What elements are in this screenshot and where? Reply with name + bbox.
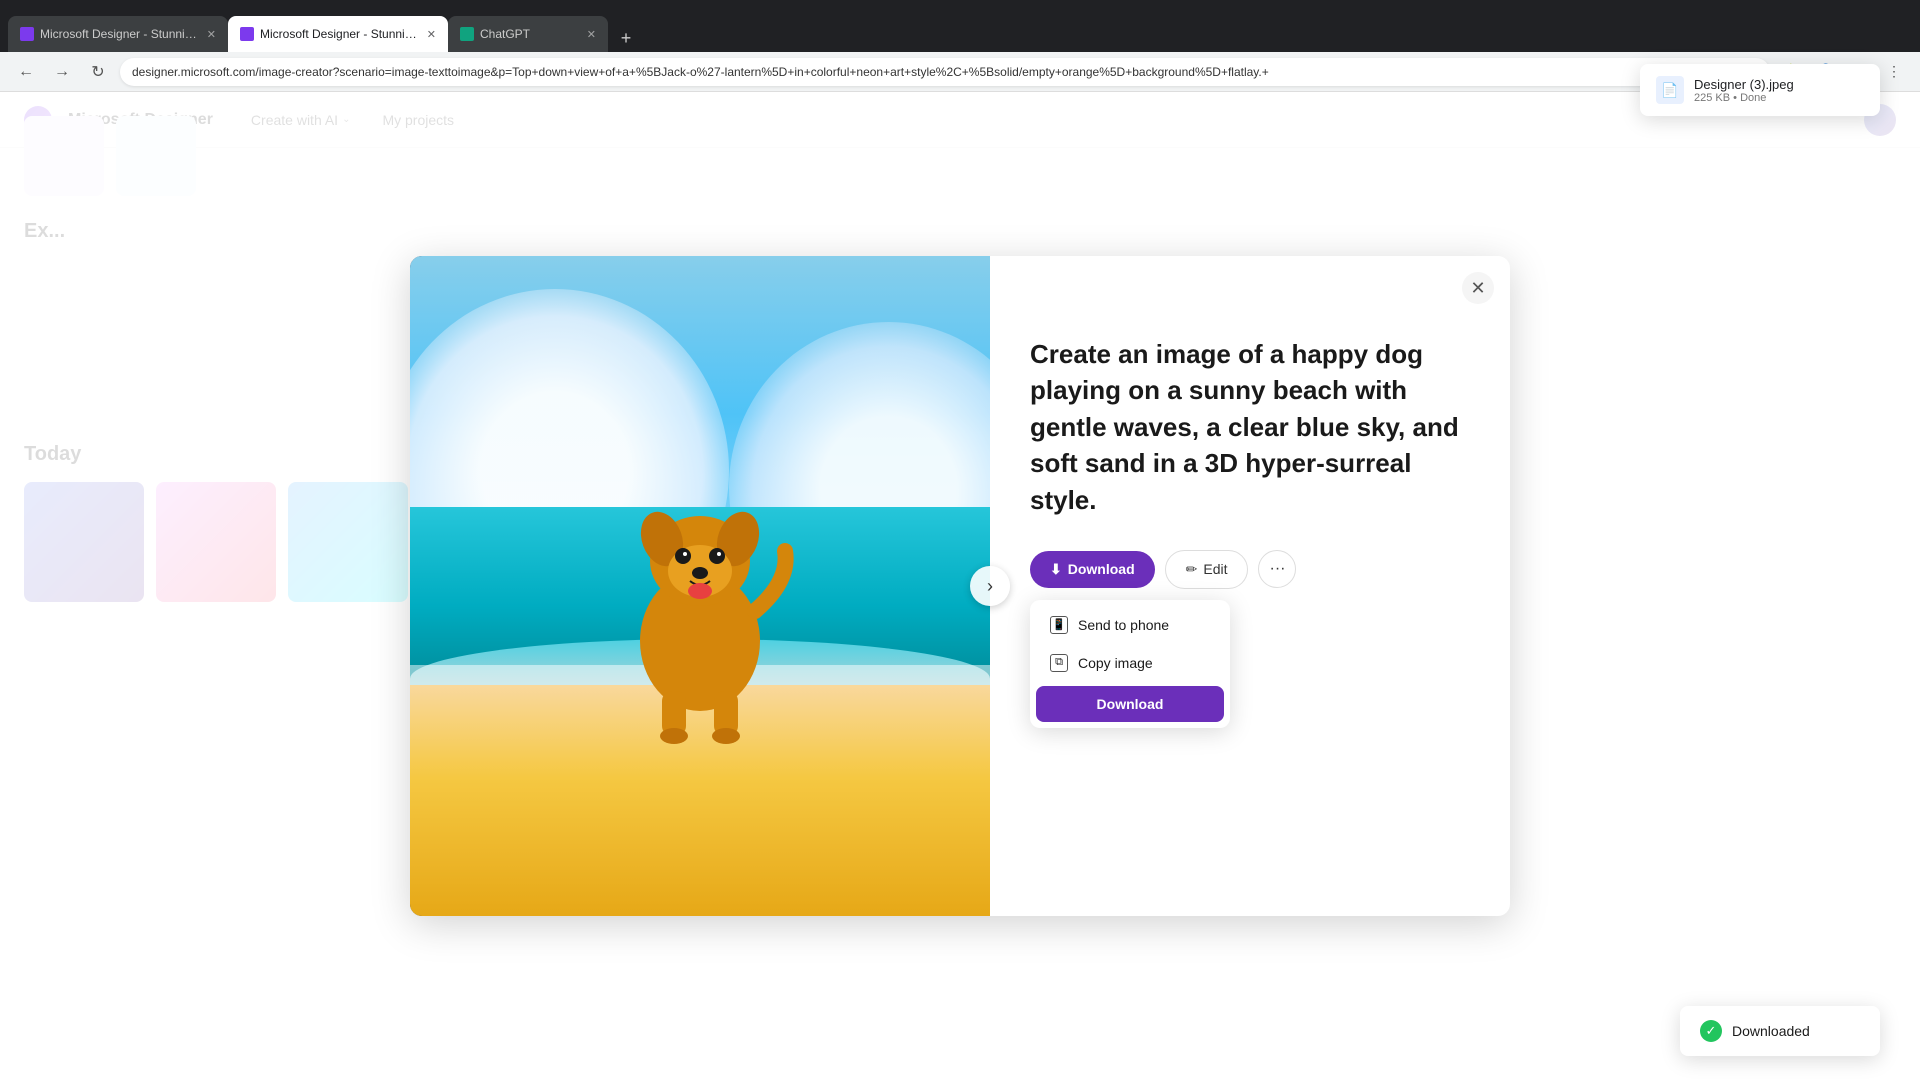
download-size: 225 KB xyxy=(1694,92,1730,104)
tab-3-close[interactable]: ✕ xyxy=(587,28,596,41)
app-content: Microsoft Designer Create with AI ⌄ My p… xyxy=(0,92,1920,1080)
address-input[interactable] xyxy=(120,58,1770,86)
modal-prompt-text: Create an image of a happy dog playing o… xyxy=(1030,336,1470,518)
download-filename: Designer (3).jpeg xyxy=(1694,77,1864,92)
send-to-phone-item[interactable]: 📱 Send to phone xyxy=(1036,606,1224,644)
tab-3-label: ChatGPT xyxy=(480,27,581,41)
back-button[interactable]: ← xyxy=(12,58,40,86)
modal-content-side: Create an image of a happy dog playing o… xyxy=(990,256,1510,916)
tab-1-favicon xyxy=(20,27,34,41)
toast-check-icon: ✓ xyxy=(1700,1020,1722,1042)
tab-2-favicon xyxy=(240,27,254,41)
downloaded-toast: ✓ Downloaded xyxy=(1680,1006,1880,1056)
copy-icon: ⧉ xyxy=(1050,654,1068,672)
dropdown-download-label: Download xyxy=(1097,696,1164,712)
refresh-button[interactable]: ↻ xyxy=(84,58,112,86)
modal-actions: ⬇ Download ✏ Edit ··· xyxy=(1030,550,1470,589)
copy-image-label: Copy image xyxy=(1078,655,1153,671)
tab-2-close[interactable]: ✕ xyxy=(427,28,436,41)
dropdown-download-button[interactable]: Download xyxy=(1036,686,1224,722)
browser-chrome: Microsoft Designer - Stunning... ✕ Micro… xyxy=(0,0,1920,52)
tab-2[interactable]: Microsoft Designer - Stunning... ✕ xyxy=(228,16,448,52)
close-icon: ✕ xyxy=(1470,278,1485,299)
modal-overlay: ✕ xyxy=(0,92,1920,1080)
toast-label: Downloaded xyxy=(1732,1023,1810,1039)
forward-icon: → xyxy=(54,63,70,81)
download-status: 225 KB • Done xyxy=(1694,92,1864,104)
more-icon: ··· xyxy=(1269,560,1285,578)
edit-button[interactable]: ✏ Edit xyxy=(1165,550,1249,589)
forward-button[interactable]: → xyxy=(48,58,76,86)
new-tab-button[interactable]: + xyxy=(612,24,640,52)
dog-beach-image xyxy=(410,256,990,916)
refresh-icon: ↻ xyxy=(91,62,104,82)
address-bar-row: ← → ↻ 🧩 👤 ⬇ ⋮ xyxy=(0,52,1920,92)
tab-2-label: Microsoft Designer - Stunning... xyxy=(260,27,421,41)
modal-image-side: › xyxy=(410,256,990,916)
modal: ✕ xyxy=(410,256,1510,916)
modal-body: › Create an image of a happy dog playing… xyxy=(410,256,1510,916)
back-icon: ← xyxy=(18,63,34,81)
tab-1[interactable]: Microsoft Designer - Stunning... ✕ xyxy=(8,16,228,52)
browser-menu-button[interactable]: ⋮ xyxy=(1880,58,1908,86)
check-icon: ✓ xyxy=(1706,1023,1717,1039)
dropdown-menu: 📱 Send to phone ⧉ Copy image xyxy=(1030,600,1230,728)
download-icon: ⬇ xyxy=(1050,561,1062,578)
tab-1-label: Microsoft Designer - Stunning... xyxy=(40,27,201,41)
copy-image-item[interactable]: ⧉ Copy image xyxy=(1036,644,1224,682)
tab-3-favicon xyxy=(460,27,474,41)
download-file-icon: 📄 xyxy=(1656,76,1684,104)
download-notification: 📄 Designer (3).jpeg 225 KB • Done xyxy=(1640,64,1880,116)
next-image-button[interactable]: › xyxy=(970,566,1010,606)
download-primary-button[interactable]: ⬇ Download xyxy=(1030,551,1155,588)
tabs-bar: Microsoft Designer - Stunning... ✕ Micro… xyxy=(8,0,1912,52)
modal-close-button[interactable]: ✕ xyxy=(1462,272,1494,304)
download-done: Done xyxy=(1740,92,1766,104)
tab-1-close[interactable]: ✕ xyxy=(207,28,216,41)
phone-icon: 📱 xyxy=(1050,616,1068,634)
send-to-phone-label: Send to phone xyxy=(1078,617,1169,633)
download-primary-label: Download xyxy=(1068,561,1135,577)
chevron-right-icon: › xyxy=(987,576,993,597)
download-info: Designer (3).jpeg 225 KB • Done xyxy=(1694,77,1864,104)
tab-3[interactable]: ChatGPT ✕ xyxy=(448,16,608,52)
dog-figure xyxy=(590,451,810,751)
more-options-button[interactable]: ··· xyxy=(1258,550,1296,588)
edit-icon: ✏ xyxy=(1186,561,1198,578)
edit-label: Edit xyxy=(1203,561,1227,577)
